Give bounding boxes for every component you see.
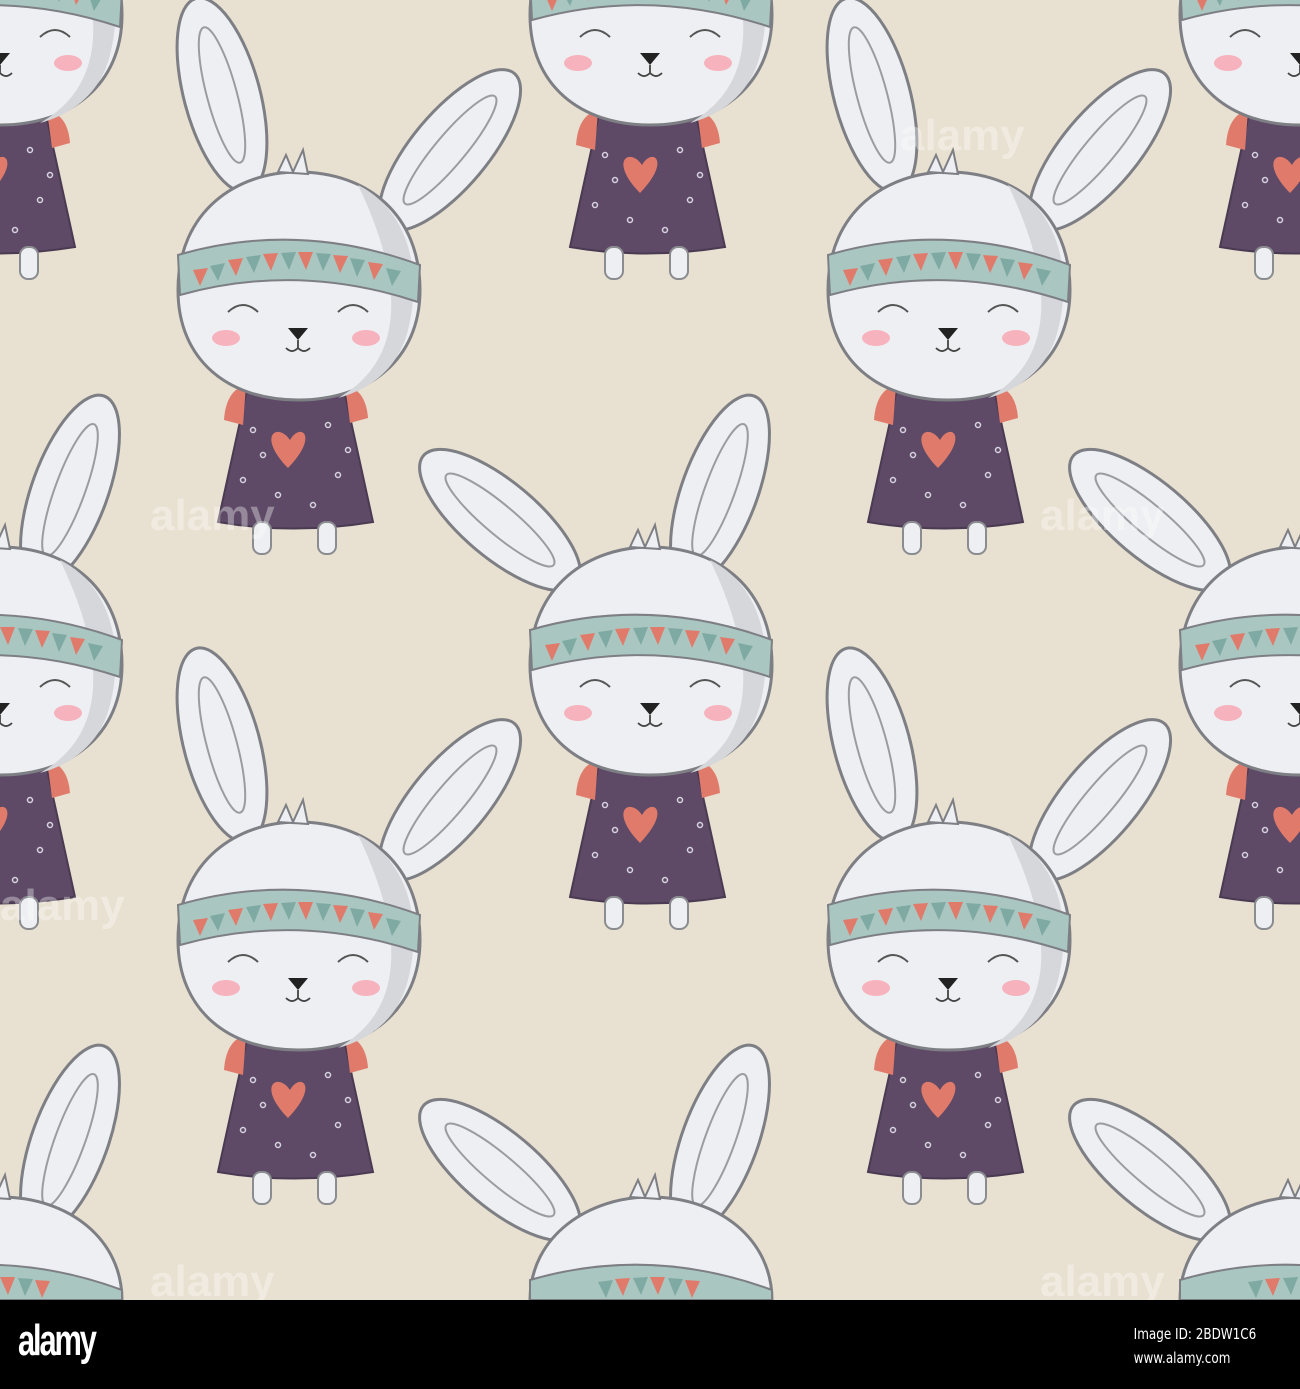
site-url: www.alamy.com	[1133, 1349, 1231, 1367]
image-meta: Image ID: 2BDW1C6 www.alamy.com	[1133, 1322, 1256, 1370]
footer-bar: alamy Image ID: 2BDW1C6 www.alamy.com	[0, 1300, 1300, 1389]
image-id: Image ID: 2BDW1C6	[1133, 1325, 1256, 1343]
watermark: alamy	[150, 1257, 275, 1300]
stock-image: alamy alamy alamy alamy alamy alamy alam…	[0, 0, 1300, 1389]
watermark: alamy	[0, 881, 125, 930]
watermark: alamy	[900, 111, 1025, 160]
watermark: alamy	[1040, 1257, 1165, 1300]
alamy-logo: alamy	[18, 1316, 97, 1365]
bunny-pattern-illustration: alamy alamy alamy alamy alamy alamy	[0, 0, 1300, 1300]
watermark: alamy	[1040, 491, 1165, 540]
watermark: alamy	[150, 491, 275, 540]
